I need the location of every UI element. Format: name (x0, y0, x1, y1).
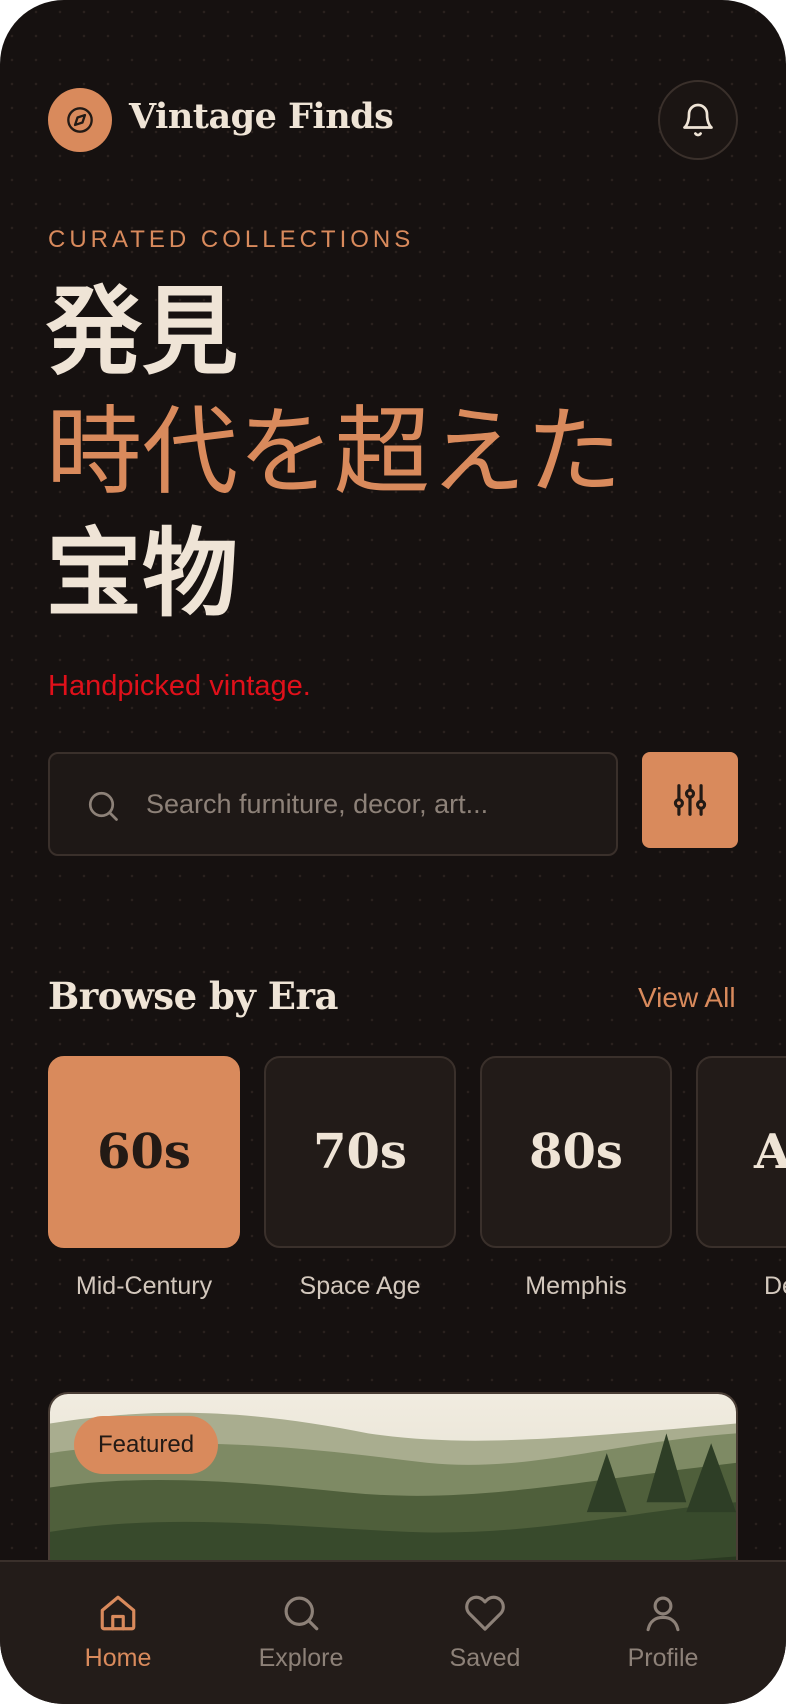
nav-label: Home (84, 1644, 152, 1672)
hero-title-line-3: 宝物 (46, 518, 238, 630)
nav-item-home[interactable]: Home (43, 1592, 193, 1673)
user-icon (646, 1596, 680, 1632)
home-icon (100, 1595, 136, 1631)
heart-icon (465, 1595, 505, 1631)
era-label: Memphis (525, 1272, 627, 1300)
nav-label: Profile (627, 1644, 699, 1672)
logo[interactable] (48, 88, 112, 152)
sliders-icon (673, 784, 707, 816)
era-item-70s[interactable]: 70s Space Age (264, 1056, 456, 1301)
era-label: Space Age (299, 1272, 421, 1300)
search-icon (88, 791, 118, 821)
nav-item-explore[interactable]: Explore (226, 1592, 376, 1673)
era-item-80s[interactable]: 80s Memphis (480, 1056, 672, 1301)
era-label: Mid-Century (75, 1272, 213, 1300)
era-card[interactable]: 80s (480, 1056, 672, 1248)
search-input[interactable] (146, 774, 596, 834)
hero-tagline: Handpicked vintage. (48, 670, 311, 702)
search-icon (284, 1596, 319, 1631)
era-card[interactable]: 60s (48, 1056, 240, 1248)
era-card[interactable]: 70s (264, 1056, 456, 1248)
section-eyebrow: CURATED COLLECTIONS (48, 226, 415, 253)
filter-button[interactable] (642, 752, 738, 848)
hero-title-line-1: 発見 (46, 276, 238, 388)
section-title: Browse by Era (48, 974, 338, 1018)
nav-item-profile[interactable]: Profile (588, 1592, 738, 1673)
search-bar[interactable] (48, 752, 618, 856)
featured-badge: Featured (74, 1416, 219, 1474)
era-item-partial[interactable]: A De (696, 1056, 786, 1301)
era-label: De (764, 1272, 786, 1300)
compass-icon (67, 107, 93, 133)
era-card[interactable]: A (696, 1056, 786, 1248)
view-all-link[interactable]: View All (638, 982, 736, 1014)
nav-label: Saved (449, 1644, 521, 1672)
bottom-nav: Home Explore Saved Profile (0, 1560, 786, 1704)
hero-title-line-2: 時代を超えた (46, 396, 622, 508)
bell-icon (683, 103, 713, 137)
notifications-button[interactable] (658, 80, 738, 160)
nav-label: Explore (258, 1644, 344, 1672)
nav-item-saved[interactable]: Saved (410, 1592, 560, 1673)
era-item-60s[interactable]: 60s Mid-Century (48, 1056, 240, 1301)
app-screen: Vintage Finds CURATED COLLECTIONS 発見 時代を… (0, 0, 786, 1704)
app-title: Vintage Finds (129, 96, 394, 137)
